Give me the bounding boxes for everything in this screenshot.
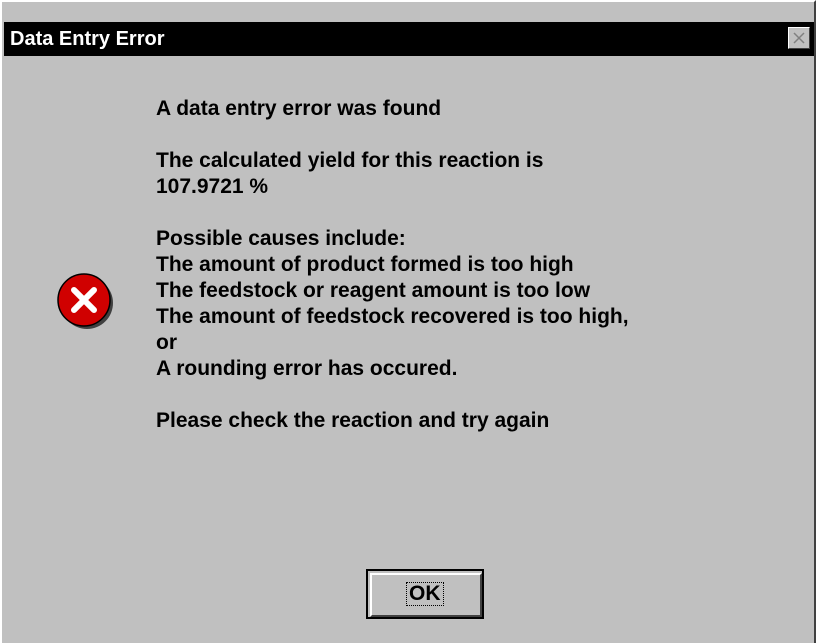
close-icon: [793, 32, 805, 44]
error-icon: [57, 273, 113, 329]
message-body: A data entry error was found The calcula…: [156, 96, 796, 434]
cause-item: A rounding error has occured.: [156, 357, 458, 380]
title-bar[interactable]: Data Entry Error: [4, 22, 814, 56]
yield-text: The calculated yield for this reaction i…: [156, 149, 544, 172]
cause-item: The amount of feedstock recovered is too…: [156, 305, 629, 328]
window-title: Data Entry Error: [10, 28, 165, 50]
ok-button[interactable]: OK: [366, 569, 484, 619]
cause-item: The amount of product formed is too high: [156, 253, 574, 276]
instruction-text: Please check the reaction and try again: [156, 409, 550, 432]
close-button[interactable]: [788, 27, 810, 49]
causes-header: Possible causes include:: [156, 227, 406, 250]
cause-item: or: [156, 331, 177, 354]
ok-button-label: OK: [406, 582, 444, 606]
yield-value: 107.9721 %: [156, 175, 269, 198]
error-headline: A data entry error was found: [156, 97, 442, 120]
error-dialog: Data Entry Error A data entry error was …: [0, 0, 816, 643]
cause-item: The feedstock or reagent amount is too l…: [156, 279, 591, 302]
